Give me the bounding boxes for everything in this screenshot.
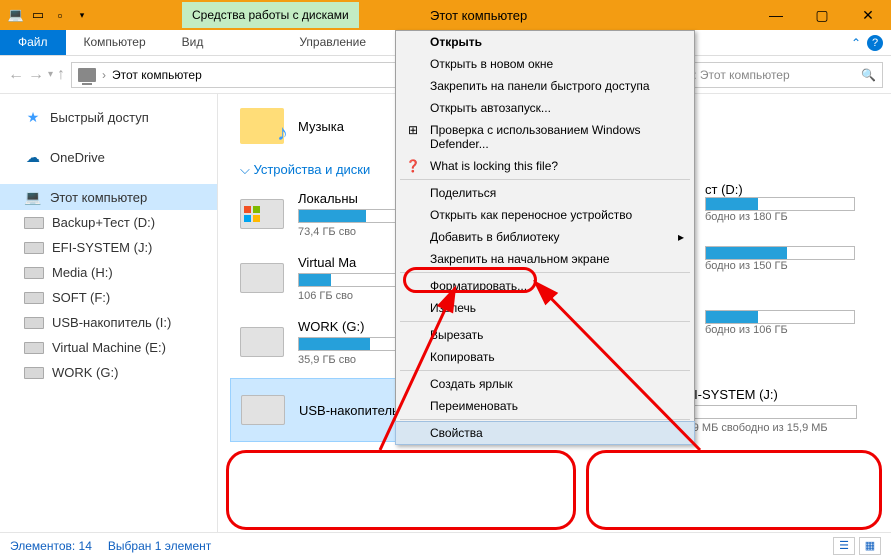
drive-icon: [24, 342, 44, 354]
ctx-item[interactable]: Переименовать: [396, 395, 694, 417]
help-icon[interactable]: ?: [867, 35, 883, 51]
drive-icon: [24, 317, 44, 329]
ctx-item[interactable]: Закрепить на начальном экране: [396, 248, 694, 270]
nav-history-icon[interactable]: ▾: [48, 69, 53, 80]
sidebar-drive[interactable]: Virtual Machine (E:): [0, 335, 217, 360]
ctx-item[interactable]: Создать ярлык: [396, 373, 694, 395]
ctx-item[interactable]: Вырезать: [396, 324, 694, 346]
nav-up-icon[interactable]: ↑: [57, 66, 65, 84]
drive-icon: [24, 267, 44, 279]
ctx-item[interactable]: Поделиться: [396, 182, 694, 204]
pc-icon: [78, 68, 96, 82]
ctx-item[interactable]: Свойства: [396, 422, 694, 444]
ctx-item[interactable]: Копировать: [396, 346, 694, 368]
qat-props-icon[interactable]: ▭: [28, 5, 48, 25]
sidebar-this-pc[interactable]: 💻Этот компьютер: [0, 184, 217, 210]
minimize-button[interactable]: —: [753, 0, 799, 30]
tab-view[interactable]: Вид: [164, 30, 222, 55]
titlebar: 💻 ▭ ▫ ▾ Средства работы с дисками Этот к…: [0, 0, 891, 30]
close-button[interactable]: ✕: [845, 0, 891, 30]
music-note-icon: ♪: [277, 120, 288, 146]
pc-icon: 💻: [24, 189, 42, 205]
sidebar-drive[interactable]: USB-накопитель (I:): [0, 310, 217, 335]
qat-dropdown-icon[interactable]: ▾: [72, 5, 92, 25]
cloud-icon: ☁: [24, 149, 42, 165]
ctx-item[interactable]: Закрепить на панели быстрого доступа: [396, 75, 694, 97]
ctx-item[interactable]: ❓What is locking this file?: [396, 155, 694, 177]
sidebar: ★Быстрый доступ ☁OneDrive 💻Этот компьюте…: [0, 94, 218, 532]
sidebar-onedrive[interactable]: ☁OneDrive: [0, 144, 217, 170]
status-bar: Элементов: 14 Выбран 1 элемент ☰ ▦: [0, 532, 891, 558]
drive-icon: [24, 292, 44, 304]
star-icon: ★: [24, 109, 42, 125]
ctx-item[interactable]: Добавить в библиотеку▸: [396, 226, 694, 248]
ctx-item[interactable]: Открыть как переносное устройство: [396, 204, 694, 226]
ctx-item[interactable]: Извлечь: [396, 297, 694, 319]
ctx-item[interactable]: Форматировать...: [396, 275, 694, 297]
folder-icon: ♪: [240, 108, 284, 144]
ctx-icon: ❓: [404, 159, 422, 173]
nav-back-icon[interactable]: ←: [8, 66, 24, 84]
ribbon-expand-icon[interactable]: ⌃: [851, 36, 861, 50]
tab-computer[interactable]: Компьютер: [66, 30, 164, 55]
sidebar-drive[interactable]: WORK (G:): [0, 360, 217, 385]
pc-icon: 💻: [6, 5, 26, 25]
maximize-button[interactable]: ▢: [799, 0, 845, 30]
sidebar-drive[interactable]: EFI-SYSTEM (J:): [0, 235, 217, 260]
quick-access-toolbar: 💻 ▭ ▫ ▾: [0, 5, 92, 25]
tab-file[interactable]: Файл: [0, 30, 66, 55]
drive-icon: [241, 395, 285, 425]
sidebar-drive[interactable]: SOFT (F:): [0, 285, 217, 310]
drive-icon: [240, 199, 284, 229]
drive-icon: [24, 217, 44, 229]
drive-icon: [240, 327, 284, 357]
view-tiles-icon[interactable]: ▦: [859, 537, 881, 555]
search-icon: 🔍: [861, 68, 876, 82]
tab-manage[interactable]: Управление: [281, 30, 384, 55]
status-selected: Выбран 1 элемент: [108, 539, 211, 553]
address-text: Этот компьютер: [112, 68, 202, 82]
ctx-item[interactable]: ⊞Проверка с использованием Windows Defen…: [396, 119, 694, 155]
window-title: Этот компьютер: [430, 8, 527, 23]
ctx-item[interactable]: Открыть автозапуск...: [396, 97, 694, 119]
sidebar-drive[interactable]: Backup+Тест (D:): [0, 210, 217, 235]
view-details-icon[interactable]: ☰: [833, 537, 855, 555]
disk-tools-tab[interactable]: Средства работы с дисками: [182, 2, 359, 28]
qat-doc-icon[interactable]: ▫: [50, 5, 70, 25]
drive-icon: [240, 263, 284, 293]
ctx-item[interactable]: Открыть в новом окне: [396, 53, 694, 75]
drive-icon: [24, 367, 44, 379]
status-count: Элементов: 14: [10, 539, 92, 553]
sidebar-drive[interactable]: Media (H:): [0, 260, 217, 285]
ctx-icon: ⊞: [404, 123, 422, 137]
drive-icon: [24, 242, 44, 254]
nav-fwd-icon[interactable]: →: [28, 66, 44, 84]
sidebar-quick-access[interactable]: ★Быстрый доступ: [0, 104, 217, 130]
ctx-item[interactable]: Открыть: [396, 31, 694, 53]
context-menu: ОткрытьОткрыть в новом окнеЗакрепить на …: [395, 30, 695, 445]
